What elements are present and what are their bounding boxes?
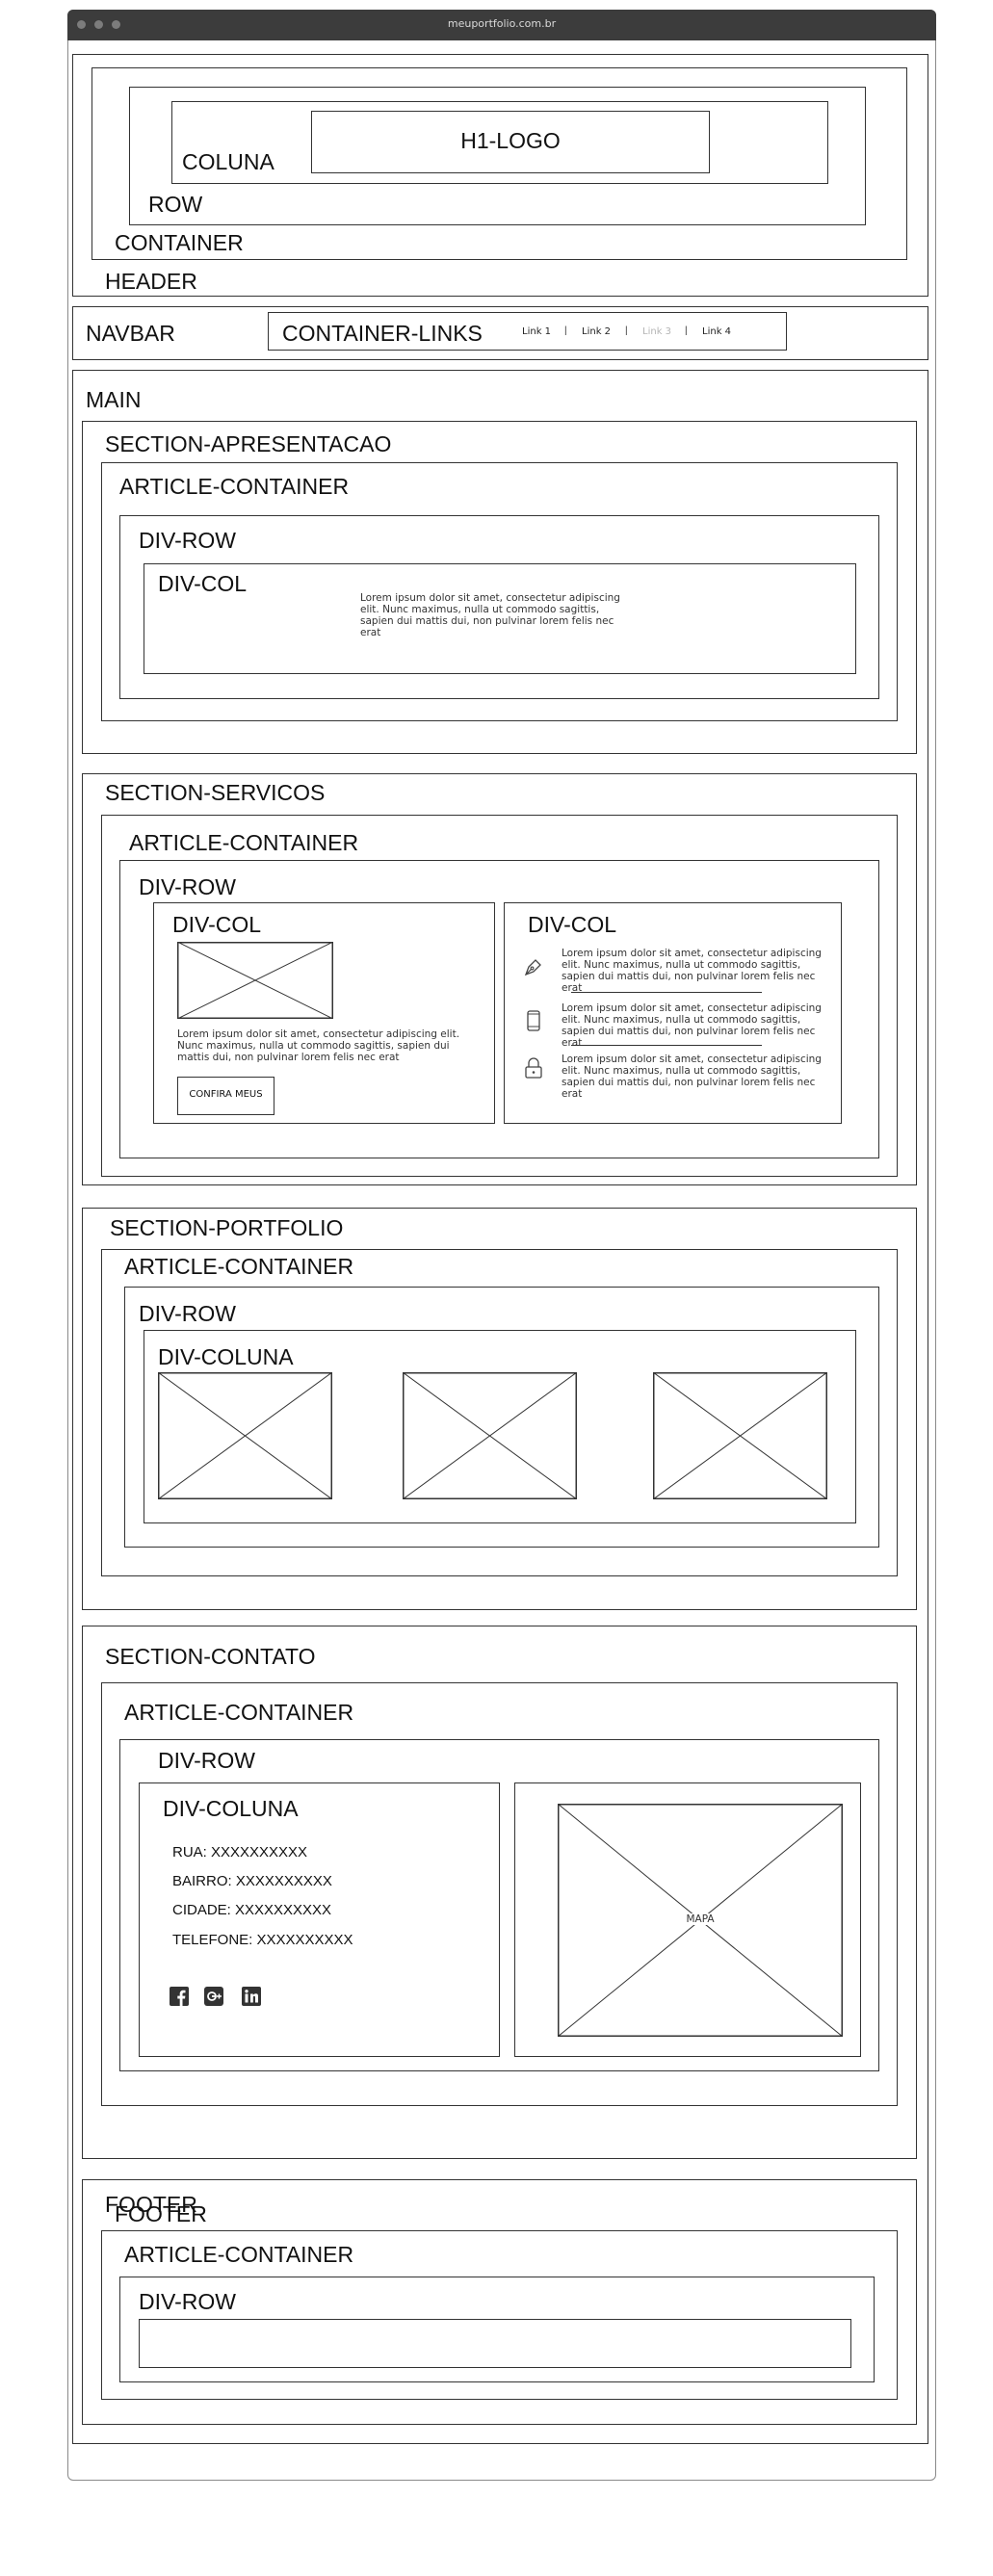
portfolio-image-placeholder[interactable] xyxy=(158,1372,332,1499)
servicos-col1-text: Lorem ipsum dolor sit amet, consectetur … xyxy=(177,1028,460,1063)
section-apresentacao-label: SECTION-APRESENTACAO xyxy=(105,431,392,456)
servicos-col2-label: DIV-COL xyxy=(528,912,617,937)
nav-link-1[interactable]: Link 1 xyxy=(522,326,551,337)
google-plus-icon[interactable] xyxy=(204,1987,223,2006)
contato-row-label: DIV-ROW xyxy=(158,1748,255,1773)
container-links-label: CONTAINER-LINKS xyxy=(282,321,483,346)
main-label: MAIN xyxy=(86,387,142,412)
section-servicos-label: SECTION-SERVICOS xyxy=(105,780,326,805)
apresentacao-col-label: DIV-COL xyxy=(158,571,248,596)
contact-rua: RUA: XXXXXXXXXX xyxy=(172,1844,308,1860)
nav-link-2[interactable]: Link 2 xyxy=(582,326,611,337)
image-placeholder xyxy=(177,942,333,1019)
divider xyxy=(571,1045,762,1046)
portfolio-coluna-label: DIV-COLUNA xyxy=(158,1344,294,1369)
facebook-icon[interactable] xyxy=(170,1987,189,2006)
apresentacao-text: Lorem ipsum dolor sit amet, consectetur … xyxy=(360,592,620,638)
coluna-label: COLUNA xyxy=(182,149,274,174)
servicos-item-text: Lorem ipsum dolor sit amet, consectetur … xyxy=(562,948,822,994)
nav-separator: | xyxy=(685,325,688,336)
navbar-label: NAVBAR xyxy=(86,321,175,346)
nav-link-3-disabled[interactable]: Link 3 xyxy=(642,326,671,337)
servicos-col1-label: DIV-COL xyxy=(172,912,262,937)
portfolio-image-placeholder[interactable] xyxy=(403,1372,577,1499)
servicos-article-label: ARTICLE-CONTAINER xyxy=(129,830,359,855)
nav-separator: | xyxy=(564,325,567,336)
apresentacao-article-label: ARTICLE-CONTAINER xyxy=(119,474,350,499)
contact-cidade: CIDADE: XXXXXXXXXX xyxy=(172,1902,332,1918)
contato-coluna-label: DIV-COLUNA xyxy=(163,1796,299,1821)
phone-icon xyxy=(527,1010,540,1031)
footer-article-label: ARTICLE-CONTAINER xyxy=(124,2242,354,2267)
apresentacao-row-label: DIV-ROW xyxy=(139,528,236,553)
footer-row-label: DIV-ROW xyxy=(139,2289,236,2314)
contato-article-label: ARTICLE-CONTAINER xyxy=(124,1700,354,1725)
contact-bairro: BAIRRO: XXXXXXXXXX xyxy=(172,1873,332,1889)
footer-content-box xyxy=(139,2319,851,2368)
nav-link-4[interactable]: Link 4 xyxy=(702,326,731,337)
contact-telefone: TELEFONE: XXXXXXXXXX xyxy=(172,1932,353,1948)
row-label: ROW xyxy=(148,192,203,217)
container-label: CONTAINER xyxy=(115,230,244,255)
linkedin-icon[interactable] xyxy=(242,1987,261,2006)
lock-icon xyxy=(525,1057,542,1079)
servicos-row-label: DIV-ROW xyxy=(139,874,236,899)
map-label: MAPA xyxy=(681,1913,719,1925)
servicos-item-text: Lorem ipsum dolor sit amet, consectetur … xyxy=(562,1054,822,1100)
portfolio-article-label: ARTICLE-CONTAINER xyxy=(124,1254,354,1279)
nav-separator: | xyxy=(625,325,628,336)
section-portfolio-label: SECTION-PORTFOLIO xyxy=(110,1215,344,1240)
footer-label-overlap: FOOTER xyxy=(115,2201,207,2226)
servicos-item-text: Lorem ipsum dolor sit amet, consectetur … xyxy=(562,1002,822,1049)
section-contato-label: SECTION-CONTATO xyxy=(105,1644,316,1669)
logo-text: H1-LOGO xyxy=(460,128,561,153)
header-label: HEADER xyxy=(105,269,197,294)
browser-url[interactable]: meuportfolio.com.br xyxy=(67,17,936,30)
pen-icon xyxy=(524,959,541,976)
portfolio-row-label: DIV-ROW xyxy=(139,1301,236,1326)
portfolio-image-placeholder[interactable] xyxy=(653,1372,827,1499)
confira-meus-button[interactable]: CONFIRA MEUS xyxy=(177,1077,274,1115)
contato-coluna-box xyxy=(139,1782,500,2057)
divider xyxy=(571,992,762,993)
